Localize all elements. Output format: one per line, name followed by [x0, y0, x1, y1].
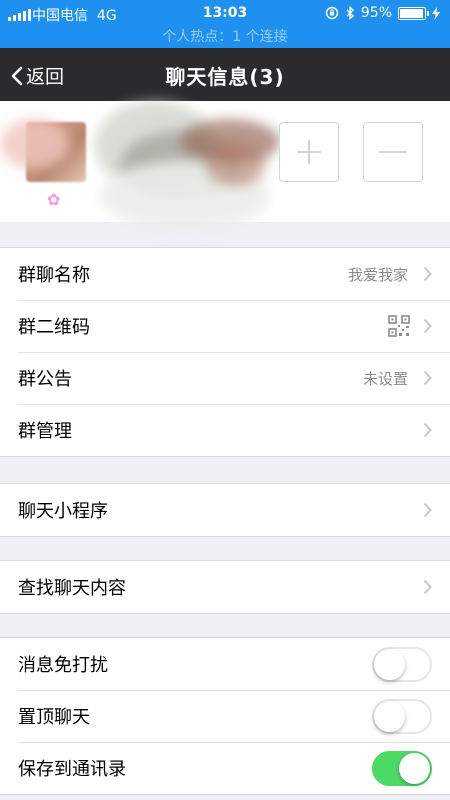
bluetooth-icon	[346, 6, 354, 20]
toggle-knob	[374, 701, 405, 732]
add-member-button[interactable]	[279, 122, 339, 182]
row-label: 查找聊天内容	[18, 578, 126, 599]
toggle-knob	[374, 649, 405, 680]
battery-icon	[398, 6, 429, 20]
group-qrcode-row[interactable]: 群二维码	[0, 300, 450, 352]
row-label: 群管理	[18, 421, 72, 442]
obscured-member-avatars	[0, 119, 70, 169]
chevron-right-icon	[423, 266, 432, 282]
status-bar: 中国电信 4G 13:03 95% 个人热点：1 个连接	[0, 0, 450, 48]
charging-icon	[432, 6, 440, 20]
plus-icon	[297, 140, 321, 164]
chevron-right-icon	[423, 370, 432, 386]
mini-program-row[interactable]: 聊天小程序	[0, 484, 450, 536]
minus-icon	[379, 151, 407, 153]
page-title: 聊天信息(3)	[165, 65, 285, 89]
row-label: 保存到通讯录	[18, 759, 126, 780]
group-notice-value: 未设置	[362, 370, 408, 388]
qr-code-icon	[388, 315, 410, 337]
row-label: 置顶聊天	[18, 707, 90, 728]
save-contacts-row: 保存到通讯录	[0, 742, 450, 794]
pin-toggle[interactable]	[372, 699, 432, 734]
row-label: 聊天小程序	[18, 501, 108, 522]
hotspot-banner[interactable]: 个人热点：1 个连接	[0, 26, 450, 46]
search-chat-row[interactable]: 查找聊天内容	[0, 561, 450, 613]
mute-row: 消息免打扰	[0, 638, 450, 690]
group-name-row[interactable]: 群聊名称 我爱我家	[0, 248, 450, 300]
row-label: 群二维码	[18, 317, 90, 338]
remove-member-button[interactable]	[363, 122, 423, 182]
group-name-value: 我爱我家	[347, 266, 408, 284]
nav-bar: 返回 聊天信息(3)	[0, 48, 450, 101]
rotation-lock-icon	[325, 6, 339, 20]
toggle-knob	[399, 753, 430, 784]
row-label: 群聊名称	[18, 265, 90, 286]
settings-section: 消息免打扰 置顶聊天 保存到通讯录	[0, 637, 450, 795]
group-manage-row[interactable]: 群管理	[0, 404, 450, 456]
row-label: 群公告	[18, 369, 72, 390]
chevron-right-icon	[423, 422, 432, 438]
group-notice-row[interactable]: 群公告 未设置	[0, 352, 450, 404]
group-info-section: 群聊名称 我爱我家 群二维码 群公告 未设置 群管理	[0, 247, 450, 457]
chevron-right-icon	[423, 502, 432, 518]
save-contacts-toggle[interactable]	[372, 751, 432, 786]
chevron-right-icon	[423, 579, 432, 595]
chevron-right-icon	[423, 318, 432, 334]
mute-toggle[interactable]	[372, 647, 432, 682]
mini-program-section: 聊天小程序	[0, 483, 450, 537]
row-label: 消息免打扰	[18, 655, 108, 676]
battery-percent: 95%	[360, 5, 392, 21]
flower-icon: ✿	[47, 190, 61, 209]
member-list: ✿	[0, 101, 450, 231]
search-section: 查找聊天内容	[0, 560, 450, 614]
pin-row: 置顶聊天	[0, 690, 450, 742]
